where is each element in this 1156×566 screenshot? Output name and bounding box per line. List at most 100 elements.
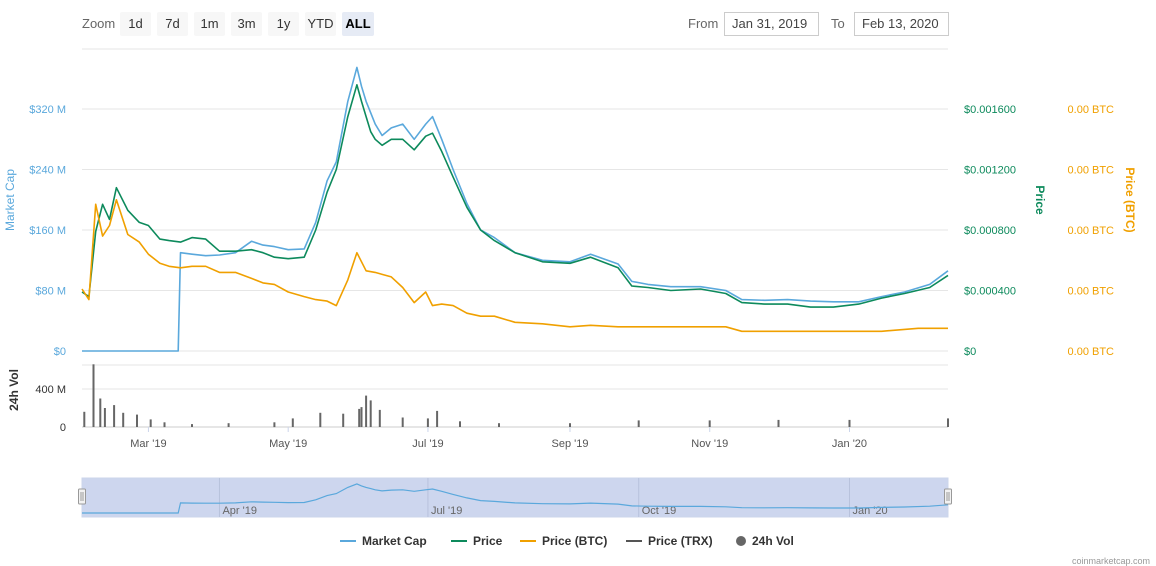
volume-bar xyxy=(291,418,294,427)
volume-bar xyxy=(113,405,116,427)
volume-bar xyxy=(191,424,193,427)
legend-label-market-cap: Market Cap xyxy=(362,534,427,548)
price-line xyxy=(81,84,949,308)
market-cap-legend-swatch xyxy=(340,540,356,542)
volume-bar xyxy=(360,407,363,427)
volume-axis-title: 24h Vol xyxy=(7,369,21,411)
x-tick-label: May '19 xyxy=(269,438,307,450)
volume-bar xyxy=(498,423,500,427)
price-btc-legend-swatch xyxy=(520,540,536,542)
x-tick-label: Sep '19 xyxy=(551,438,588,450)
volume-bar xyxy=(708,420,711,427)
price-tick-label: $0 xyxy=(964,346,976,358)
x-tick-label: Mar '19 xyxy=(130,438,166,450)
market-cap-tick-label: $160 M xyxy=(29,225,66,237)
price-btc-axis: 0.00 BTC 0.00 BTC 0.00 BTC 0.00 BTC 0.00 BTC xyxy=(1068,104,1115,358)
volume-bar xyxy=(569,423,571,427)
market-cap-tick-label: $0 xyxy=(54,346,66,358)
zoom-all-button[interactable]: ALL xyxy=(342,12,374,36)
x-tick-label: Nov '19 xyxy=(691,438,728,450)
price-tick-label: $0.001600 xyxy=(964,104,1016,116)
from-date-input[interactable]: Jan 31, 2019 xyxy=(724,12,819,36)
volume-bar xyxy=(358,408,361,427)
volume-bar xyxy=(426,418,429,427)
price-axis-title: Price xyxy=(1033,185,1047,215)
volume-bar xyxy=(319,412,322,428)
to-date-input[interactable]: Feb 13, 2020 xyxy=(854,12,949,36)
price-tick-label: $0.001200 xyxy=(964,165,1016,177)
price-legend-swatch xyxy=(451,540,467,542)
market-cap-tick-label: $80 M xyxy=(35,286,66,298)
legend-item-price-btc[interactable]: Price (BTC) xyxy=(520,532,607,550)
zoom-ytd-button[interactable]: YTD xyxy=(305,12,336,36)
volume-bar xyxy=(163,422,166,428)
legend-label-24h-vol: 24h Vol xyxy=(752,534,794,548)
chart-canvas: $0 $80 M $160 M $240 M $320 M $0 $0.000400 $0.… xyxy=(3,48,1137,518)
volume-bar xyxy=(149,419,152,427)
navigator-left-handle[interactable] xyxy=(78,488,86,505)
navigator-tick-label: Jul '19 xyxy=(431,505,462,517)
zoom-label: Zoom xyxy=(82,16,116,31)
volume-tick-label: 400 M xyxy=(35,384,66,396)
price-tick-label: $0.000400 xyxy=(964,286,1016,298)
price-btc-line xyxy=(81,199,948,333)
price-btc-tick-label: 0.00 BTC xyxy=(1068,346,1115,358)
market-cap-tick-label: $320 M xyxy=(29,104,66,116)
legend-label-price: Price xyxy=(473,534,503,548)
series-layer xyxy=(81,66,949,352)
navigator-right-handle[interactable] xyxy=(944,488,952,505)
price-btc-axis-title: Price (BTC) xyxy=(1123,167,1137,232)
volume-bar xyxy=(92,364,95,427)
volume-legend-dot xyxy=(736,536,746,546)
volume-bar xyxy=(227,423,230,427)
volume-tick-label: 0 xyxy=(60,422,66,434)
legend-label-price-btc: Price (BTC) xyxy=(542,534,608,548)
legend-item-24h-vol[interactable]: 24h Vol xyxy=(736,532,794,550)
x-tick-label: Jul '19 xyxy=(412,438,443,450)
volume-bar xyxy=(848,419,851,427)
gridlines xyxy=(82,48,948,352)
volume-bar xyxy=(342,413,345,427)
legend-item-price[interactable]: Price xyxy=(451,532,502,550)
zoom-3m-button[interactable]: 3m xyxy=(231,12,262,36)
x-axis: Mar '19 May '19 Jul '19 Sep '19 Nov '19 Jan '… xyxy=(130,427,867,450)
volume-bar xyxy=(83,411,86,427)
price-btc-tick-label: 0.00 BTC xyxy=(1068,225,1115,237)
volume-bar xyxy=(947,418,949,427)
volume-bar xyxy=(99,398,102,427)
market-cap-axis: $0 $80 M $160 M $240 M $320 M xyxy=(29,104,66,358)
volume-bar xyxy=(122,412,125,428)
zoom-7d-button[interactable]: 7d xyxy=(157,12,188,36)
volume-bar xyxy=(459,421,461,427)
volume-gridlines xyxy=(82,364,948,428)
price-btc-tick-label: 0.00 BTC xyxy=(1068,286,1115,298)
market-cap-line xyxy=(82,66,949,352)
volume-bar xyxy=(369,400,372,427)
navigator[interactable]: Apr '19 Jul '19 Oct '19 Jan '20 xyxy=(78,477,952,518)
market-cap-axis-title: Market Cap xyxy=(3,169,17,231)
legend-item-market-cap[interactable]: Market Cap xyxy=(340,532,427,550)
navigator-selection xyxy=(81,477,949,518)
price-tick-label: $0.000800 xyxy=(964,225,1016,237)
volume-bar xyxy=(401,417,404,427)
volume-bar xyxy=(378,409,381,427)
zoom-1m-button[interactable]: 1m xyxy=(194,12,225,36)
from-label: From xyxy=(688,16,719,31)
price-btc-tick-label: 0.00 BTC xyxy=(1068,165,1115,177)
volume-bar xyxy=(273,422,276,428)
zoom-1y-button[interactable]: 1y xyxy=(268,12,299,36)
legend-item-price-trx[interactable]: Price (TRX) xyxy=(626,532,713,550)
price-trx-legend-swatch xyxy=(626,540,642,542)
zoom-1d-button[interactable]: 1d xyxy=(120,12,151,36)
price-btc-tick-label: 0.00 BTC xyxy=(1068,104,1115,116)
volume-bar xyxy=(103,408,106,427)
to-label: To xyxy=(831,16,845,31)
navigator-tick-label: Apr '19 xyxy=(222,505,257,517)
legend-label-price-trx: Price (TRX) xyxy=(648,534,713,548)
volume-bar xyxy=(637,420,640,427)
credits-link[interactable]: coinmarketcap.com xyxy=(1072,556,1150,566)
volume-bar xyxy=(777,419,780,427)
volume-bar xyxy=(436,410,439,427)
volume-axis: 0 400 M xyxy=(35,384,66,434)
volume-bar xyxy=(136,414,138,427)
